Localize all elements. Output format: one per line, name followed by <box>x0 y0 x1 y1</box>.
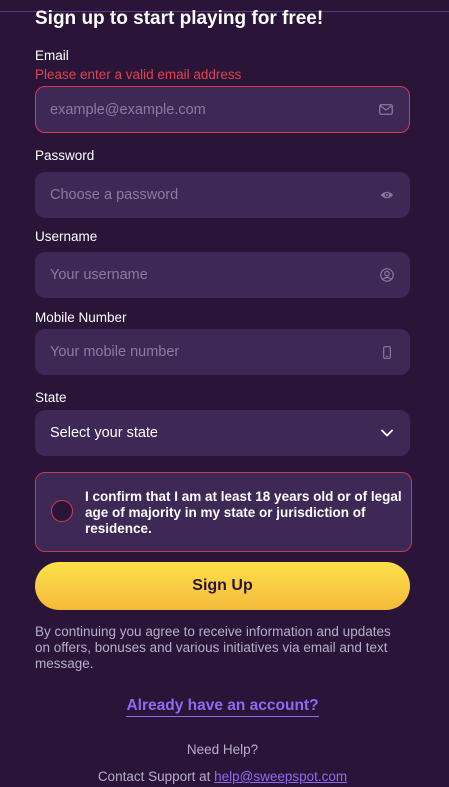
chevron-down-icon <box>380 426 394 440</box>
age-confirmation-box[interactable]: I confirm that I am at least 18 years ol… <box>35 472 412 552</box>
email-placeholder: example@example.com <box>50 101 206 118</box>
need-help-text: Need Help? <box>186 742 259 757</box>
marketing-disclaimer: By continuing you agree to receive infor… <box>35 624 391 671</box>
envelope-icon <box>379 103 393 117</box>
username-placeholder: Your username <box>50 267 148 283</box>
contact-support-line: Contact Support at help@sweepspot.com <box>35 769 410 784</box>
username-field[interactable]: Your username <box>35 252 410 298</box>
page-title: Sign up to start playing for free! <box>35 8 324 29</box>
eye-icon[interactable] <box>380 188 394 202</box>
age-confirmation-checkbox[interactable] <box>51 500 73 522</box>
email-error-message: Please enter a valid email address <box>35 67 242 82</box>
email-label: Email <box>35 48 69 63</box>
username-label: Username <box>35 229 98 244</box>
already-have-account-link[interactable]: Already have an account? <box>126 697 319 717</box>
password-placeholder: Choose a password <box>50 187 179 203</box>
state-select-value: Select your state <box>50 425 158 441</box>
mobile-placeholder: Your mobile number <box>50 344 180 360</box>
state-label: State <box>35 390 67 405</box>
contact-support-label: Contact Support at <box>97 769 211 784</box>
phone-icon <box>380 345 394 359</box>
user-circle-icon <box>380 268 394 282</box>
state-select[interactable]: Select your state <box>35 410 410 456</box>
sign-up-button[interactable]: Sign Up <box>35 562 410 610</box>
mobile-number-field[interactable]: Your mobile number <box>35 329 410 375</box>
mobile-label: Mobile Number <box>35 310 127 325</box>
email-field[interactable]: example@example.com <box>35 86 410 133</box>
age-confirmation-text: I confirm that I am at least 18 years ol… <box>85 489 402 536</box>
password-field[interactable]: Choose a password <box>35 172 410 218</box>
support-email-link[interactable]: help@sweepspot.com <box>214 769 347 784</box>
password-label: Password <box>35 148 95 163</box>
login-link-container: Already have an account? <box>35 697 410 717</box>
